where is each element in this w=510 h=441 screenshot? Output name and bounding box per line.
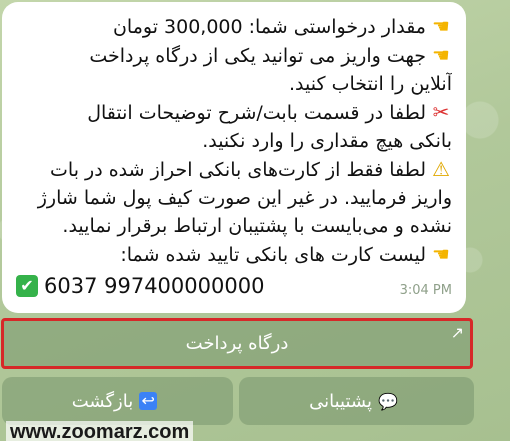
- message-line: ☚مقدار درخواستی شما: 300,000 تومان: [16, 12, 452, 41]
- card-number: 6037 997400000000: [44, 274, 265, 298]
- speech-bubble-icon: 💬: [377, 391, 398, 411]
- warning-icon: ⚠: [432, 157, 450, 181]
- support-button[interactable]: 💬 پشتیبانی: [239, 377, 474, 425]
- message-line: آنلاین را انتخاب کنید.: [289, 73, 452, 95]
- message-line: ☚لیست کارت های بانکی تایید شده شما:: [16, 240, 452, 269]
- pointing-hand-icon: ☚: [432, 43, 450, 67]
- payment-gateway-button[interactable]: درگاه پرداخت ↗: [1, 318, 473, 369]
- scissors-icon: ✂: [432, 100, 450, 124]
- pointing-hand-icon: ☚: [432, 242, 450, 266]
- message-line: ⚠لطفا فقط از کارت‌های بانکی احراز شده در…: [16, 155, 452, 184]
- payment-gateway-label: درگاه پرداخت: [185, 333, 289, 354]
- approved-card: ✔ 6037 997400000000: [16, 272, 264, 300]
- return-arrow-icon: ↩: [139, 392, 158, 410]
- message-bubble: ☚مقدار درخواستی شما: 300,000 تومان ☚جهت …: [2, 2, 466, 313]
- watermark: www.zoomarz.com: [6, 421, 194, 441]
- support-label: پشتیبانی: [309, 390, 372, 412]
- message-line: بانکی هیچ مقداری را وارد نکنید.: [202, 130, 452, 152]
- message-line: ✂لطفا در قسمت بابت/شرح توضیحات انتقال: [16, 98, 452, 127]
- message-time: 3:04 PM: [399, 283, 452, 298]
- back-button[interactable]: ↩ بازگشت: [2, 377, 233, 425]
- check-mark-icon: ✔: [16, 275, 38, 297]
- message-line: ☚جهت واریز می توانید یکی از درگاه پرداخت: [16, 41, 452, 70]
- pointing-hand-icon: ☚: [432, 14, 450, 38]
- back-label: بازگشت: [71, 390, 134, 412]
- message-line: واریز فرمایید. در غیر این صورت کیف پول ش…: [37, 187, 452, 209]
- external-link-icon: ↗: [450, 323, 464, 342]
- message-line: نشده و می‌بایست با پشتیبان ارتباط برقرار…: [62, 215, 452, 237]
